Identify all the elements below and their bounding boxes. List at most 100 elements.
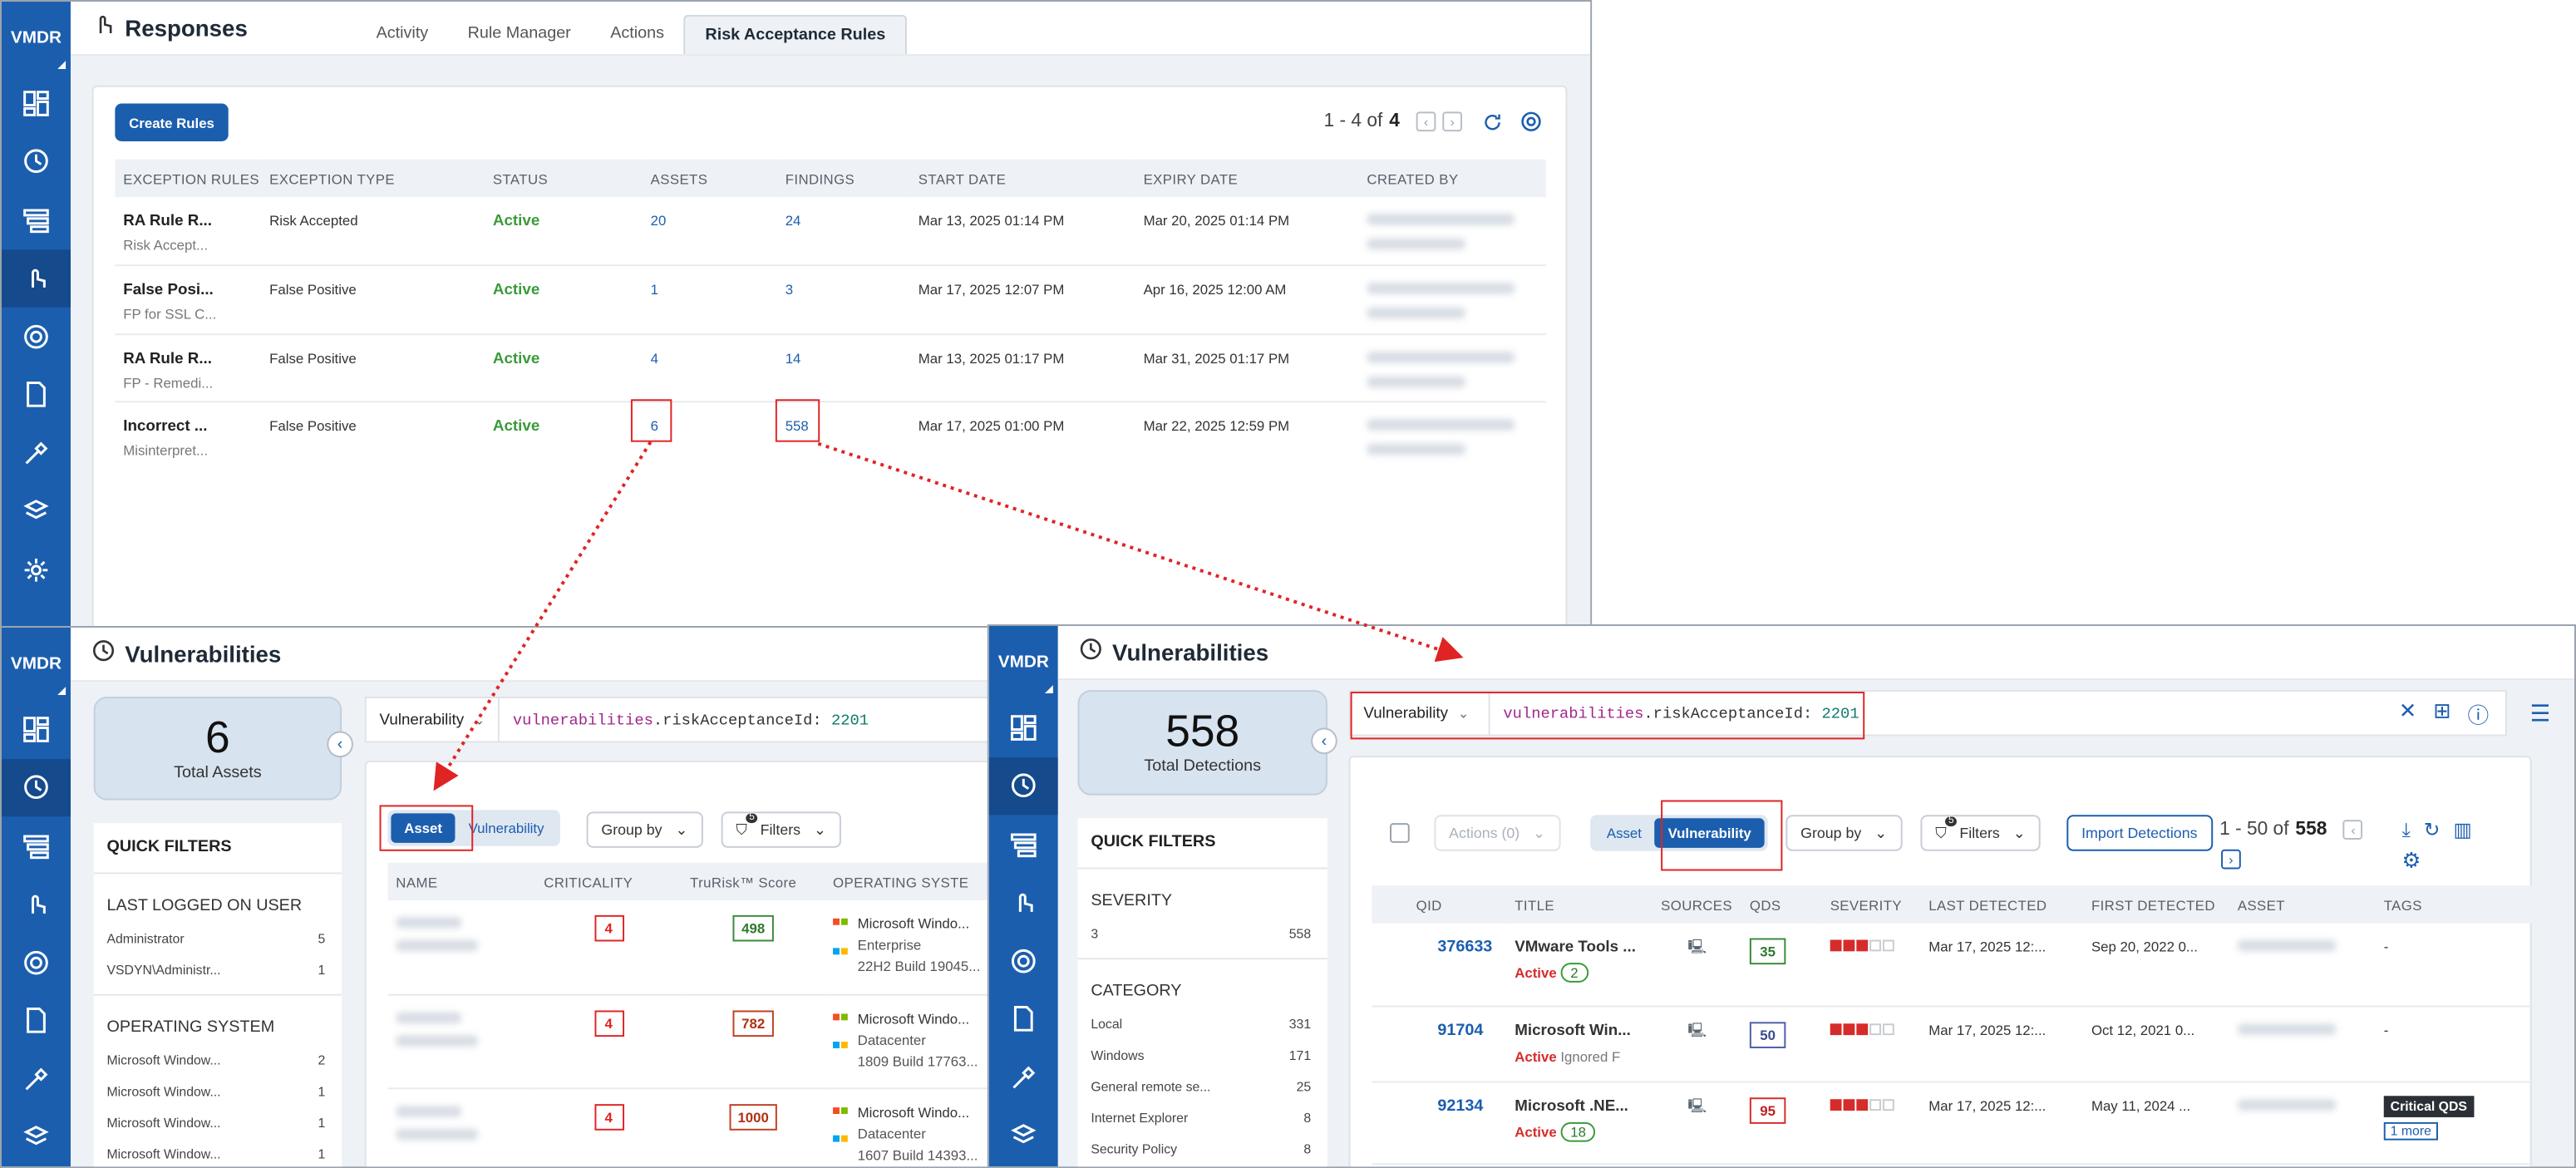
dashboard-icon[interactable] (2, 700, 71, 758)
assets-link[interactable]: 20 (651, 212, 667, 229)
select-all-checkbox[interactable] (1390, 823, 1410, 843)
col-operating-system[interactable]: OPERATING SYSTE (825, 863, 989, 900)
rule-name[interactable]: Incorrect ... (123, 417, 253, 436)
filter-item[interactable]: General remote se...25 (1078, 1063, 1327, 1095)
col-qid[interactable]: QID (1372, 885, 1506, 923)
scans-icon[interactable] (2, 934, 71, 992)
tag-critical-qds[interactable]: Critical QDS (2384, 1095, 2474, 1116)
vulnerabilities-icon[interactable] (2, 132, 71, 190)
search-query[interactable]: vulnerabilities.riskAcceptanceId: 2201 (500, 711, 869, 729)
filter-item[interactable]: Microsoft Window...2 (94, 1037, 342, 1068)
hamburger-menu-icon[interactable]: ☰ (2530, 700, 2551, 728)
table-row[interactable]: RA Rule R...FP - Remedi... False Positiv… (115, 333, 1545, 402)
findings-link[interactable]: 3 (786, 281, 793, 298)
group-by-dropdown[interactable]: Group by⌄ (587, 811, 702, 847)
col-title[interactable]: TITLE (1506, 885, 1652, 923)
tab-activity[interactable]: Activity (357, 15, 448, 54)
col-exception-type[interactable]: EXCEPTION TYPE (261, 160, 485, 197)
asset-toggle[interactable]: Asset (1593, 818, 1655, 848)
help-icon[interactable]: ⓘ (2468, 697, 2490, 729)
settings-icon[interactable] (2, 540, 71, 599)
col-start-date[interactable]: START DATE (910, 160, 1135, 197)
scans-icon[interactable] (989, 932, 1058, 990)
search-type-dropdown[interactable]: Vulnerability⌄ (367, 698, 500, 741)
download-icon[interactable]: ⤓ (2401, 818, 2410, 843)
col-assets[interactable]: ASSETS (643, 160, 777, 197)
kb-icon[interactable] (2, 482, 71, 540)
dashboard-icon[interactable] (989, 698, 1058, 756)
vuln-title[interactable]: Microsoft .NE... (1515, 1097, 1644, 1115)
col-first-detected[interactable]: FIRST DETECTED (2083, 885, 2229, 923)
col-severity[interactable]: SEVERITY (1822, 885, 1921, 923)
tab-rule-manager[interactable]: Rule Manager (448, 15, 591, 54)
table-row[interactable]: False Posi...FP for SSL C... False Posit… (115, 265, 1545, 333)
tab-risk-acceptance-rules[interactable]: Risk Acceptance Rules (684, 15, 907, 54)
qid-link[interactable]: 376633 (1437, 939, 1492, 957)
col-findings[interactable]: FINDINGS (777, 160, 910, 197)
gear-icon[interactable]: ⚙ (2401, 848, 2421, 875)
collapse-panel-button[interactable]: ‹ (327, 731, 353, 757)
filter-item[interactable]: Administrator5 (94, 915, 342, 947)
table-row[interactable]: RA Rule R...Risk Accept... Risk Accepted… (115, 197, 1545, 265)
filter-item[interactable]: Internet Explorer8 (1078, 1094, 1327, 1126)
col-created-by[interactable]: CREATED BY (1358, 160, 1545, 197)
rule-name[interactable]: False Posi... (123, 281, 253, 299)
group-by-dropdown[interactable]: Group by⌄ (1785, 815, 1901, 850)
col-status[interactable]: STATUS (485, 160, 643, 197)
filter-item[interactable]: Microsoft Window...1 (94, 1131, 342, 1162)
app-logo[interactable]: VMDR (2, 2, 71, 74)
vulnerabilities-icon[interactable] (2, 758, 71, 816)
reports-icon[interactable] (2, 366, 71, 424)
next-page-button[interactable]: › (2221, 850, 2241, 870)
qid-link[interactable]: 91704 (1437, 1021, 1483, 1039)
filter-item[interactable]: Local331 (1078, 1001, 1327, 1032)
findings-link[interactable]: 14 (786, 349, 801, 366)
col-asset[interactable]: ASSET (2229, 885, 2376, 923)
assets-link[interactable]: 4 (651, 349, 658, 366)
col-expiry-date[interactable]: EXPIRY DATE (1135, 160, 1359, 197)
vulnerabilities-icon[interactable] (989, 756, 1058, 815)
more-tags-link[interactable]: 1 more (2384, 1121, 2438, 1140)
col-exception-rules[interactable]: EXCEPTION RULES (115, 160, 261, 197)
table-row[interactable]: 4 1000 Microsoft Windo...Datacenter1607 … (387, 1087, 988, 1168)
assets-link[interactable]: 1 (651, 281, 658, 298)
refresh-icon[interactable] (1482, 111, 1504, 132)
prioritization-icon[interactable] (2, 190, 71, 249)
filter-item[interactable]: 3558 (1078, 910, 1327, 942)
tab-actions[interactable]: Actions (590, 15, 683, 54)
vuln-title[interactable]: VMware Tools ... (1515, 939, 1644, 957)
clear-search-icon[interactable]: ✕ (2399, 697, 2417, 729)
rule-name[interactable]: RA Rule R... (123, 212, 253, 230)
findings-link[interactable]: 24 (786, 212, 801, 229)
table-row[interactable]: 4 498 Microsoft Windo...Enterprise22H2 B… (387, 900, 988, 994)
reports-icon[interactable] (2, 992, 71, 1050)
refresh-icon[interactable]: ↻ (2424, 818, 2441, 843)
create-rules-button[interactable]: Create Rules (115, 104, 228, 141)
kb-icon[interactable] (989, 1106, 1058, 1165)
search-bar[interactable]: Vulnerability⌄ vulnerabilities.riskAccep… (365, 697, 989, 742)
prioritization-icon[interactable] (2, 816, 71, 875)
col-qds[interactable]: QDS (1741, 885, 1822, 923)
prev-page-button[interactable]: ‹ (2343, 820, 2363, 840)
filters-dropdown[interactable]: ⛉5Filters⌄ (722, 811, 841, 847)
gear-icon[interactable] (1519, 110, 1543, 133)
qid-link[interactable]: 92134 (1437, 1097, 1483, 1115)
responses-icon[interactable] (2, 875, 71, 933)
table-row[interactable]: Incorrect ...Misinterpret... False Posit… (115, 402, 1545, 470)
rule-name[interactable]: RA Rule R... (123, 349, 253, 367)
app-logo[interactable]: VMDR (989, 626, 1058, 698)
kb-icon[interactable] (2, 1108, 71, 1166)
reports-icon[interactable] (989, 990, 1058, 1048)
table-row[interactable]: 376633 VMware Tools ...Active 2 🖳 35 Mar… (1372, 924, 2533, 1006)
tools-icon[interactable] (2, 424, 71, 482)
table-row[interactable]: 91704 Microsoft Win...Active Ignored F 🖳… (1372, 1006, 2533, 1082)
scans-icon[interactable] (2, 308, 71, 366)
filters-dropdown[interactable]: ⛉5Filters⌄ (1920, 815, 2040, 850)
app-logo[interactable]: VMDR (2, 628, 71, 700)
col-name[interactable]: NAME (387, 863, 535, 900)
import-detections-button[interactable]: Import Detections (2066, 815, 2212, 850)
tools-icon[interactable] (2, 1050, 71, 1108)
col-trurisk[interactable]: TruRisk™ Score (682, 863, 825, 900)
actions-dropdown[interactable]: Actions (0)⌄ (1434, 815, 1559, 850)
table-row[interactable]: 4 782 Microsoft Windo...Datacenter1809 B… (387, 994, 988, 1088)
